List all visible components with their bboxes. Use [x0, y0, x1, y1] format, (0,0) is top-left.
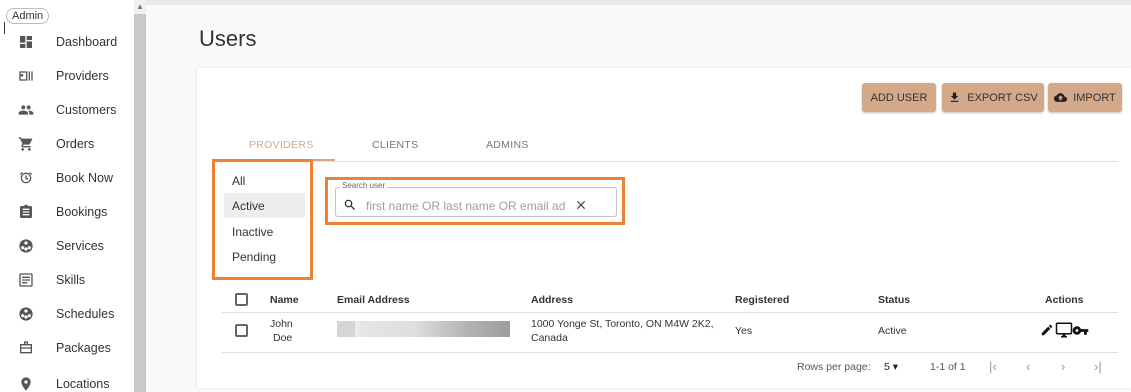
cart-icon: [16, 134, 36, 154]
edit-icon[interactable]: [1040, 323, 1054, 337]
sidebar-item-providers[interactable]: Providers: [0, 62, 134, 90]
sidebar-item-label: Providers: [56, 69, 109, 83]
filter-active[interactable]: Active: [224, 193, 305, 218]
first-page-icon[interactable]: |‹: [989, 359, 997, 374]
list-icon: [16, 270, 36, 290]
alarm-icon: [16, 168, 36, 188]
search-section: Search user: [325, 177, 625, 225]
sidebar-item-locations[interactable]: Locations: [0, 370, 134, 392]
rows-per-page-label: Rows per page:: [797, 361, 871, 373]
address-line-1: 1000 Yonge St, Toronto, ON M4W 2K2,: [531, 318, 714, 330]
sidebar-item-services[interactable]: Services: [0, 232, 134, 260]
sidebar-item-label: Skills: [56, 273, 86, 287]
download-icon: [950, 92, 959, 102]
key-icon[interactable]: [1072, 322, 1089, 339]
last-page-icon[interactable]: ›|: [1094, 359, 1102, 374]
sidebar-item-label: Bookings: [56, 205, 108, 219]
column-actions: Actions: [1045, 294, 1084, 306]
import-label: IMPORT: [1073, 91, 1116, 104]
sidebar-item-label: Locations: [56, 377, 110, 391]
search-input[interactable]: [366, 198, 566, 214]
previous-page-icon[interactable]: ‹: [1026, 359, 1030, 374]
status-value: Active: [878, 325, 907, 337]
sidebar-item-label: Book Now: [56, 171, 113, 185]
sidebar-item-packages[interactable]: Packages: [0, 334, 134, 362]
clipboard-icon: [16, 202, 36, 222]
column-registered[interactable]: Registered: [735, 294, 789, 306]
people-icon: [16, 100, 36, 120]
column-name[interactable]: Name: [270, 294, 299, 306]
redacted-email: [337, 321, 510, 337]
sidebar-item-label: Packages: [56, 341, 111, 355]
filter-all[interactable]: All: [224, 168, 305, 193]
rows-per-page-value: 5: [884, 361, 890, 373]
column-address[interactable]: Address: [531, 294, 573, 306]
row-checkbox[interactable]: [235, 324, 248, 337]
sidebar-item-schedules[interactable]: Schedules: [0, 300, 134, 328]
sidebar-item-label: Customers: [56, 103, 117, 117]
redaction-chip: [337, 321, 355, 337]
sidebar: Admin Dashboard Providers Customers Orde…: [0, 0, 134, 392]
pagination-range: 1-1 of 1: [930, 361, 966, 373]
table-row[interactable]: John Doe 1000 Yonge St, Toronto, ON M4W …: [222, 313, 1118, 353]
tab-providers[interactable]: PROVIDERS: [249, 139, 314, 151]
search-label: Search user: [340, 181, 388, 190]
cloud-upload-icon: [1054, 93, 1068, 102]
select-all-checkbox[interactable]: [235, 293, 248, 306]
export-csv-button[interactable]: EXPORT CSV: [942, 83, 1044, 112]
badge-icon: [16, 66, 36, 86]
sidebar-item-dashboard[interactable]: Dashboard: [0, 28, 134, 56]
top-bar: [0, 0, 1131, 5]
table-header: Name Email Address Address Registered St…: [222, 287, 1118, 313]
page-title: Users: [199, 26, 257, 51]
sidebar-item-skills[interactable]: Skills: [0, 266, 134, 294]
dropdown-arrow-icon: ▾: [892, 361, 899, 373]
column-status[interactable]: Status: [878, 294, 910, 306]
add-user-button[interactable]: ADD USER: [862, 83, 936, 112]
sidebar-scrollbar[interactable]: [134, 0, 146, 392]
sidebar-item-orders[interactable]: Orders: [0, 130, 134, 158]
export-csv-label: EXPORT CSV: [967, 91, 1038, 104]
search-icon: [344, 199, 355, 210]
dashboard-icon: [16, 32, 36, 52]
registered-value: Yes: [735, 325, 753, 337]
filter-pending[interactable]: Pending: [224, 244, 305, 269]
next-page-icon[interactable]: ›: [1061, 359, 1065, 374]
sidebar-item-label: Dashboard: [56, 35, 118, 49]
sidebar-item-customers[interactable]: Customers: [0, 96, 134, 124]
sidebar-item-label: Schedules: [56, 307, 115, 321]
tab-admins[interactable]: ADMINS: [486, 139, 529, 151]
first-name: John: [270, 318, 293, 330]
sidebar-item-bookings[interactable]: Bookings: [0, 198, 134, 226]
services-icon: [16, 236, 36, 256]
status-filter-list: All Active Inactive Pending: [212, 159, 313, 280]
sidebar-item-label: Services: [56, 239, 104, 253]
last-name: Doe: [273, 332, 293, 344]
close-icon[interactable]: [574, 198, 588, 212]
monitor-icon[interactable]: [1055, 321, 1073, 339]
sidebar-item-label: Orders: [56, 137, 95, 151]
address-line-2: Canada: [531, 332, 568, 344]
column-email[interactable]: Email Address: [337, 294, 410, 306]
tab-clients[interactable]: CLIENTS: [372, 139, 418, 151]
import-button[interactable]: IMPORT: [1048, 83, 1122, 112]
location-icon: [16, 374, 36, 392]
package-icon: [16, 338, 36, 358]
sidebar-item-book-now[interactable]: Book Now: [0, 164, 134, 192]
add-user-label: ADD USER: [870, 91, 928, 104]
scroll-up-arrow-icon[interactable]: ▲: [134, 0, 146, 14]
schedule-icon: [16, 304, 36, 324]
rows-per-page-select[interactable]: 5 ▾: [884, 361, 898, 373]
tabs-divider: [222, 161, 1118, 162]
filter-inactive[interactable]: Inactive: [224, 219, 305, 244]
admin-badge: Admin: [6, 8, 50, 24]
